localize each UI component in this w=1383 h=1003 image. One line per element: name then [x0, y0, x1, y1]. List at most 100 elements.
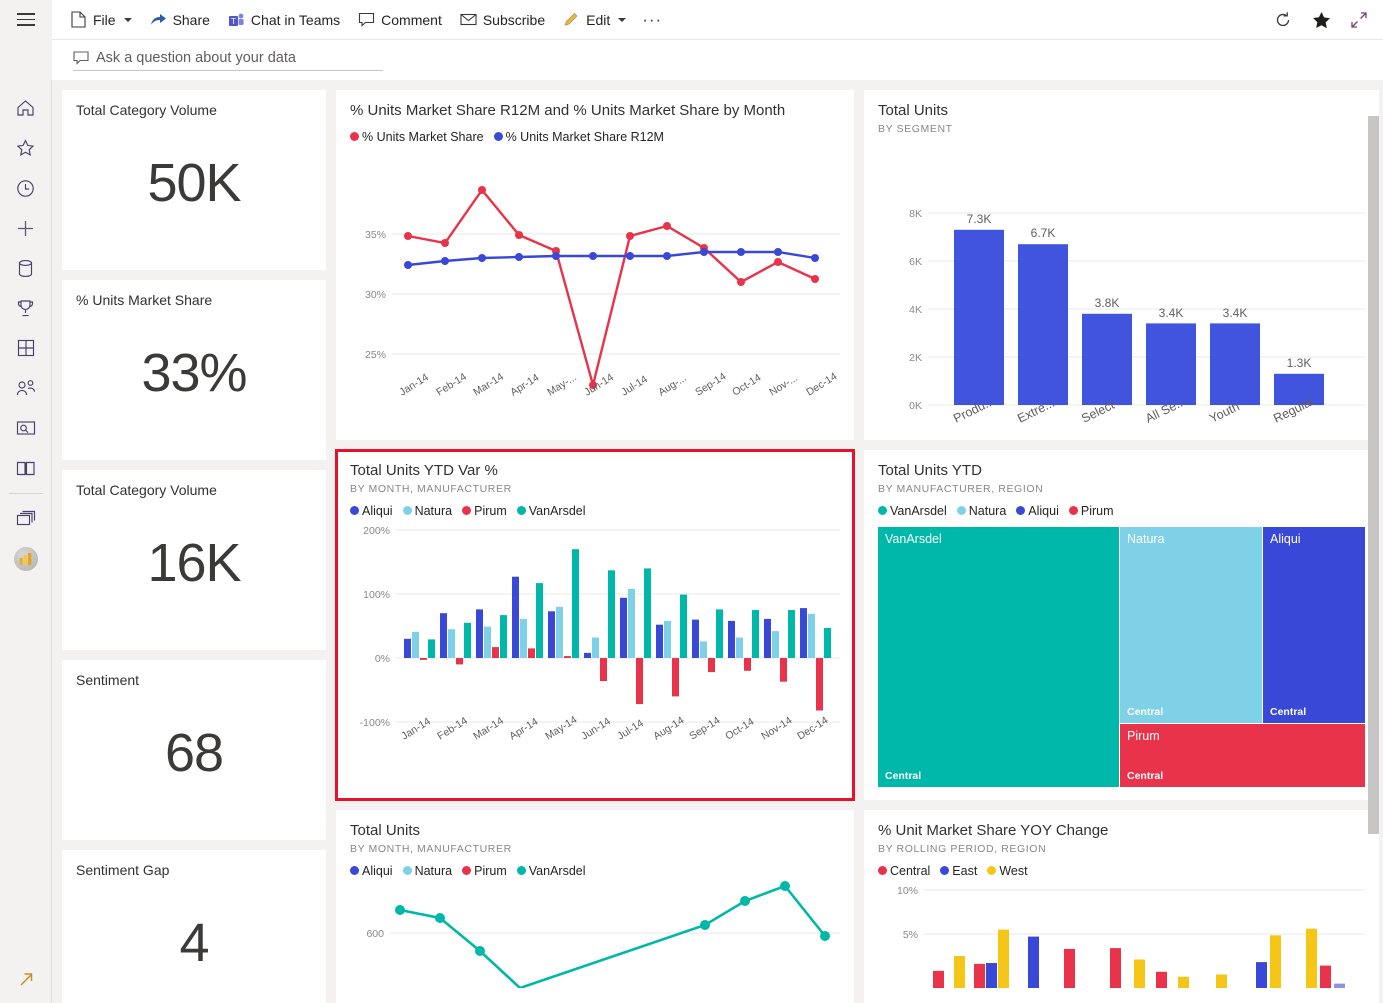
- nav-toggle-button[interactable]: [0, 0, 52, 40]
- xtick: May-14: [543, 713, 579, 742]
- sidebar-item-goals[interactable]: [0, 288, 52, 328]
- treemap-node-vanarsdel[interactable]: VanArsdel Central: [878, 526, 1119, 787]
- legend-label: Pirum: [1080, 503, 1114, 518]
- qna-bar: Ask a question about your data: [0, 40, 1383, 80]
- legend-item[interactable]: East: [940, 864, 977, 878]
- chat-in-teams-button[interactable]: T Chat in Teams: [220, 5, 348, 35]
- share-button[interactable]: Share: [142, 5, 218, 35]
- sidebar-item-create[interactable]: [0, 208, 52, 248]
- legend: % Units Market Share % Units Market Shar…: [350, 130, 840, 144]
- xtick: Mar-14: [471, 370, 506, 398]
- xtick: Dec-14: [795, 714, 830, 742]
- sidebar-item-shared-with-me[interactable]: [0, 368, 52, 408]
- legend-swatch-icon: [462, 866, 472, 876]
- canvas-scrollbar[interactable]: [1368, 80, 1379, 1003]
- tile-total-units-by-segment[interactable]: Total Units BY SEGMENT 8K 6K 4K 2K 0K 7.…: [864, 90, 1379, 440]
- kpi-tile-sentiment-gap[interactable]: Sentiment Gap 4: [62, 850, 326, 1003]
- sidebar-expand-button[interactable]: [0, 970, 52, 989]
- ytd-var-svg: 200% 100% 0% -100% Jan-14 Feb-14 Mar-14 …: [360, 525, 840, 742]
- legend-label: Aliqui: [362, 863, 393, 878]
- legend-item[interactable]: Aliqui: [1016, 504, 1059, 518]
- scrollbar-thumb[interactable]: [1368, 116, 1379, 834]
- legend-label: Natura: [414, 503, 453, 518]
- legend-label: Natura: [968, 503, 1007, 518]
- favorite-star-icon[interactable]: [1311, 10, 1331, 30]
- ytick: 10%: [897, 885, 918, 897]
- kpi-value: 4: [179, 913, 209, 973]
- more-options-button[interactable]: ···: [636, 10, 668, 30]
- svg-text:35%: 35%: [365, 229, 386, 241]
- xtick: Sep-14: [693, 370, 728, 398]
- file-menu-button[interactable]: File: [62, 5, 140, 35]
- treemap-node-label: Pirum: [1127, 728, 1160, 743]
- qna-bubble-icon: [73, 50, 89, 65]
- legend-item[interactable]: Pirum: [462, 864, 507, 878]
- xtick: Jul-14: [619, 373, 650, 398]
- legend-label: Aliqui: [362, 503, 393, 518]
- xtick: Aug-14: [651, 714, 686, 742]
- tile-total-units-ytd-treemap[interactable]: Total Units YTD BY MANUFACTURER, REGION …: [864, 450, 1379, 800]
- treemap-node-label: Aliqui: [1270, 531, 1301, 546]
- comment-button[interactable]: Comment: [350, 5, 450, 35]
- legend-item[interactable]: West: [987, 863, 1028, 878]
- tile-total-units-by-month[interactable]: Total Units BY MONTH, MANUFACTURER Aliqu…: [336, 810, 854, 1003]
- tile-total-units-ytd-var[interactable]: Total Units YTD Var % BY MONTH, MANUFACT…: [335, 449, 855, 801]
- treemap-node-label: Natura: [1127, 531, 1165, 546]
- refresh-icon[interactable]: [1273, 10, 1293, 30]
- legend-item[interactable]: % Units Market Share R12M: [493, 129, 664, 144]
- qna-search-input[interactable]: Ask a question about your data: [73, 50, 383, 71]
- tile-market-share-yoy[interactable]: % Unit Market Share YOY Change BY ROLLIN…: [864, 810, 1379, 1003]
- sidebar-item-apps[interactable]: [0, 328, 52, 368]
- sidebar-item-datahub[interactable]: [0, 248, 52, 288]
- legend-label: West: [999, 863, 1028, 878]
- legend-item[interactable]: Natura: [402, 864, 452, 878]
- command-items: File Share T Chat in Teams Comment Subsc…: [52, 0, 668, 40]
- edit-button[interactable]: Edit: [555, 5, 634, 35]
- sidebar-item-current-workspace[interactable]: [0, 539, 52, 579]
- svg-text:30%: 30%: [365, 289, 386, 301]
- treemap-node-natura[interactable]: Natura Central: [1120, 526, 1262, 723]
- legend-item[interactable]: Natura: [956, 503, 1007, 518]
- legend-label: % Units Market Share R12M: [505, 129, 664, 144]
- sidebar-item-home[interactable]: [0, 88, 52, 128]
- kpi-tile-sentiment[interactable]: Sentiment 68: [62, 660, 326, 840]
- sidebar-item-monitoring-hub[interactable]: [0, 408, 52, 448]
- legend-item[interactable]: Pirum: [1068, 503, 1114, 518]
- chevron-down-icon: [123, 17, 132, 22]
- legend-item[interactable]: VanArsdel: [516, 504, 586, 518]
- xtick: Oct-14: [723, 715, 756, 742]
- legend-item[interactable]: VanArsdel: [878, 504, 947, 518]
- xtick: Mar-14: [471, 714, 506, 742]
- treemap-node-pirum[interactable]: Pirum Central: [1120, 723, 1365, 787]
- legend-swatch-icon: [516, 506, 526, 516]
- kpi-tile-total-category-volume-50k[interactable]: Total Category Volume 50K: [62, 90, 326, 270]
- sidebar-item-favorites[interactable]: [0, 128, 52, 168]
- tile-market-share-line[interactable]: % Units Market Share R12M and % Units Ma…: [336, 90, 854, 440]
- hamburger-icon: [17, 13, 35, 26]
- sidebar-item-workspaces[interactable]: [0, 499, 52, 539]
- kpi-tile-units-market-share[interactable]: % Units Market Share 33%: [62, 280, 326, 460]
- kpi-tile-total-category-volume-16k[interactable]: Total Category Volume 16K: [62, 470, 326, 650]
- plot-area: 25% 30% 35% Jan-14 Feb-14 Mar-14 Apr-14 …: [350, 144, 840, 414]
- legend-item[interactable]: Pirum: [462, 504, 507, 518]
- svg-text:T: T: [231, 17, 236, 26]
- bar-value-label: 3.8K: [1095, 296, 1120, 310]
- treemap-node-aliqui[interactable]: Aliqui Central: [1263, 526, 1365, 723]
- legend-item[interactable]: % Units Market Share: [350, 130, 484, 144]
- fullscreen-icon[interactable]: [1349, 10, 1369, 30]
- legend-item[interactable]: Central: [878, 864, 930, 878]
- legend-item[interactable]: Natura: [402, 503, 453, 518]
- legend-swatch-icon: [878, 866, 887, 876]
- legend-item[interactable]: VanArsdel: [516, 863, 586, 878]
- viz-title: % Unit Market Share YOY Change: [878, 822, 1109, 839]
- sidebar-item-learn[interactable]: [0, 448, 52, 488]
- legend-swatch-icon: [1016, 506, 1026, 516]
- book-icon: [16, 460, 36, 477]
- legend-item[interactable]: Aliqui: [350, 504, 393, 518]
- sidebar-item-recent[interactable]: [0, 168, 52, 208]
- legend-label: Pirum: [474, 503, 507, 518]
- legend-label: VanArsdel: [528, 863, 586, 878]
- subscribe-button[interactable]: Subscribe: [452, 5, 553, 35]
- bars: [933, 928, 1345, 988]
- legend-item[interactable]: Aliqui: [350, 864, 393, 878]
